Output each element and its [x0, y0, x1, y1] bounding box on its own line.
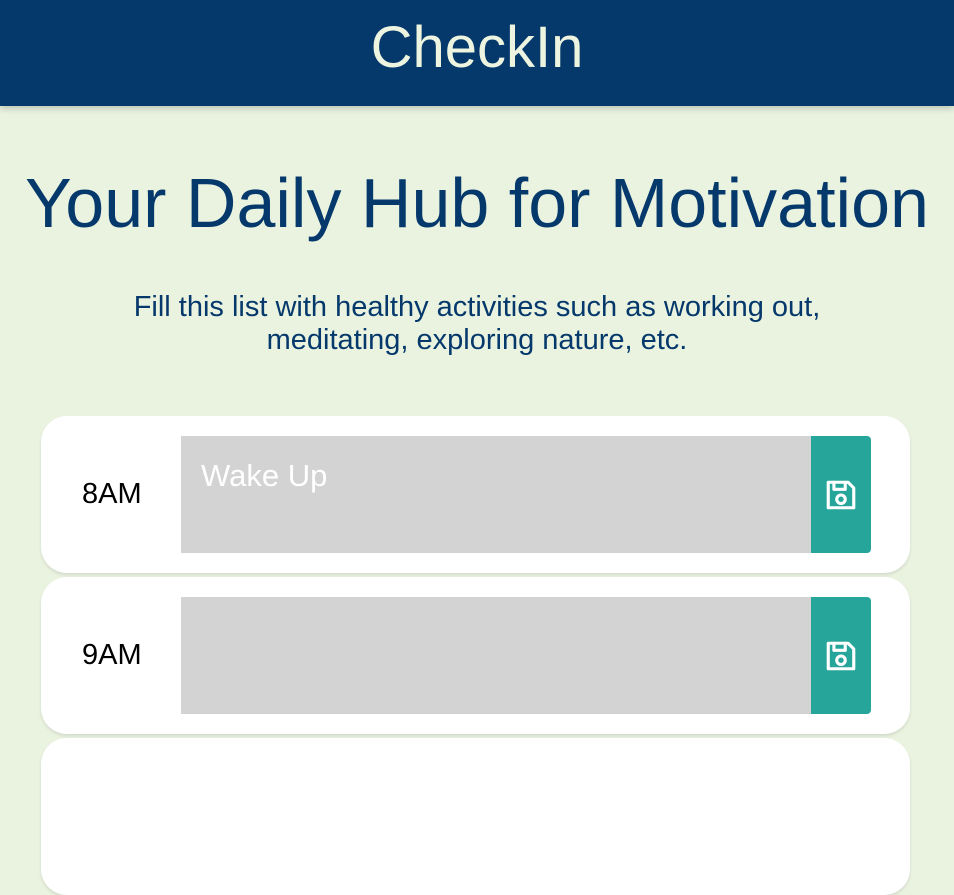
brand-title: CheckIn [370, 15, 584, 80]
activity-input[interactable] [181, 597, 811, 714]
save-icon [824, 478, 858, 512]
time-block-9am: 9AM [41, 577, 910, 734]
activity-input[interactable]: Wake Up [181, 436, 811, 553]
page-title: Your Daily Hub for Motivation [25, 164, 929, 242]
hour-label: 8AM [82, 478, 142, 510]
time-block-8am: 8AM Wake Up [41, 416, 910, 573]
time-block-next [41, 738, 910, 895]
save-button[interactable] [811, 597, 871, 714]
save-icon [824, 639, 858, 673]
save-button[interactable] [811, 436, 871, 553]
app-header: CheckIn [0, 0, 954, 106]
page-subtitle: Fill this list with healthy activities s… [133, 291, 821, 356]
hour-label: 9AM [82, 639, 142, 671]
